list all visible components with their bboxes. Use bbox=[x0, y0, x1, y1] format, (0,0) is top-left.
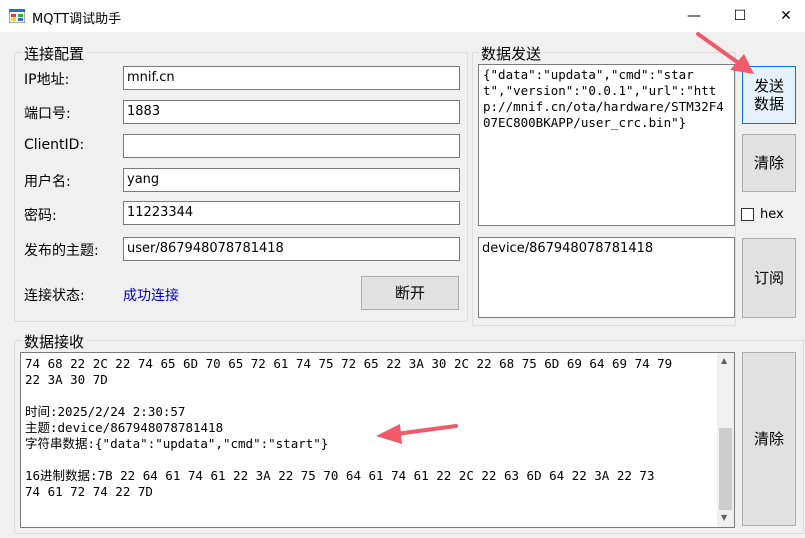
receive-line: 74 68 22 2C 22 74 65 6D 70 65 72 61 74 7… bbox=[25, 356, 673, 371]
maximize-icon: ☐ bbox=[733, 8, 747, 24]
scroll-up-icon[interactable]: ▲ bbox=[721, 356, 727, 365]
title-bar[interactable]: MQTT调试助手 — ☐ ✕ bbox=[0, 0, 805, 32]
receive-line: 16进制数据:7B 22 64 61 74 61 22 3A 22 75 70 … bbox=[25, 468, 655, 483]
ip-label: IP地址: bbox=[24, 72, 70, 88]
disconnect-button[interactable]: 断开 bbox=[361, 276, 459, 310]
hex-label: hex bbox=[760, 207, 784, 222]
port-input[interactable]: 1883 bbox=[123, 100, 460, 124]
annotation-arrow-icon bbox=[696, 32, 754, 74]
hex-checkbox[interactable] bbox=[741, 208, 754, 221]
clientid-label: ClientID: bbox=[24, 137, 85, 153]
subscribe-topic-input[interactable]: device/867948078781418 bbox=[478, 237, 735, 318]
receive-line: 22 3A 30 7D bbox=[25, 372, 108, 387]
scroll-thumb[interactable] bbox=[719, 428, 732, 510]
receive-legend: 数据接收 bbox=[22, 331, 87, 352]
close-icon: ✕ bbox=[780, 8, 792, 24]
receive-line bbox=[25, 388, 715, 404]
receive-line: 字符串数据:{"data":"updata","cmd":"start"} bbox=[25, 436, 329, 451]
password-input[interactable]: 11223344 bbox=[123, 201, 460, 225]
receive-line: 74 61 72 74 22 7D bbox=[25, 484, 153, 499]
password-label: 密码: bbox=[24, 208, 57, 224]
app-icon bbox=[9, 9, 25, 23]
clientid-input[interactable] bbox=[123, 134, 460, 158]
status-value: 成功连接 bbox=[123, 288, 179, 304]
receive-line bbox=[25, 452, 715, 468]
receive-lines: 74 68 22 2C 22 74 65 6D 70 65 72 61 74 7… bbox=[25, 356, 715, 500]
scroll-down-icon[interactable]: ▼ bbox=[721, 513, 727, 522]
username-label: 用户名: bbox=[24, 174, 71, 190]
send-clear-button[interactable]: 清除 bbox=[742, 134, 796, 192]
publish-topic-input[interactable]: user/867948078781418 bbox=[123, 237, 460, 261]
publish-topic-label: 发布的主题: bbox=[24, 243, 99, 259]
receive-line: 时间:2025/2/24 2:30:57 bbox=[25, 404, 186, 419]
config-legend: 连接配置 bbox=[22, 43, 87, 64]
send-payload-textarea[interactable]: {"data":"updata","cmd":"start","version"… bbox=[478, 64, 735, 226]
subscribe-button[interactable]: 订阅 bbox=[742, 238, 796, 318]
send-legend: 数据发送 bbox=[479, 43, 544, 64]
annotation-arrow-icon bbox=[376, 424, 458, 444]
status-label: 连接状态: bbox=[24, 288, 85, 304]
window-title: MQTT调试助手 bbox=[32, 12, 122, 27]
ip-input[interactable]: mnif.cn bbox=[123, 66, 460, 90]
close-button[interactable]: ✕ bbox=[763, 0, 805, 32]
minimize-icon: — bbox=[687, 8, 701, 24]
port-label: 端口号: bbox=[24, 106, 71, 122]
receive-scrollbar[interactable]: ▲ ▼ bbox=[717, 353, 734, 527]
receive-line: 主题:device/867948078781418 bbox=[25, 420, 224, 435]
receive-clear-button[interactable]: 清除 bbox=[742, 352, 796, 526]
username-input[interactable]: yang bbox=[123, 168, 460, 192]
